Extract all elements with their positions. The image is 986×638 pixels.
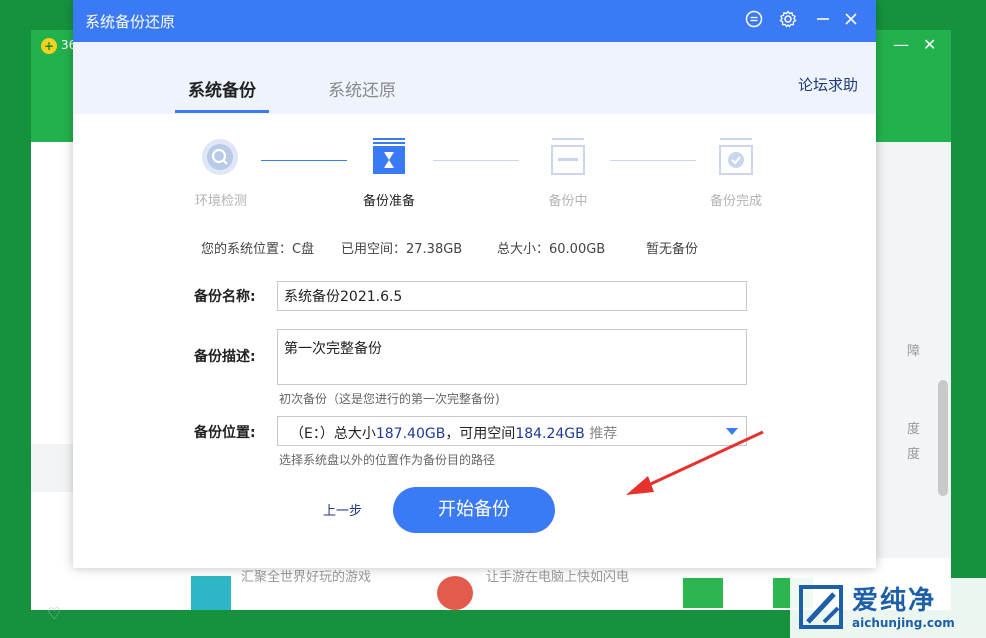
watermark-logo-icon	[799, 585, 843, 629]
hourglass-icon	[369, 137, 409, 177]
background-right-text: 度	[907, 422, 921, 437]
location-recommend-tag: 推荐	[584, 426, 618, 442]
total-size-info: 总大小：60.00GB	[497, 242, 606, 257]
location-drive-text: （E：）总大小	[290, 426, 376, 442]
app-logo-icon: +	[41, 38, 57, 54]
used-space-info: 已用空间：27.38GB	[341, 242, 463, 257]
step-connector	[261, 160, 347, 161]
dialog-titlebar[interactable]: 系统备份还原	[73, 0, 876, 42]
location-total-size: 187.40GB	[375, 426, 446, 442]
watermark-url: aichunjing.com	[852, 616, 955, 630]
step-label-complete: 备份完成	[709, 194, 762, 209]
search-icon	[200, 137, 240, 177]
background-scrollbar[interactable]	[938, 380, 948, 496]
game-center-icon[interactable]	[191, 576, 231, 610]
progress-icon	[548, 137, 588, 177]
minimize-icon[interactable]	[812, 9, 834, 31]
step-label-env-check: 环境检测	[194, 194, 247, 209]
mobile-game-icon[interactable]	[437, 576, 473, 610]
gear-icon[interactable]	[777, 9, 799, 31]
game-thumbnail-icon[interactable]	[683, 578, 723, 608]
location-available-prefix: ，可用空间	[445, 426, 516, 442]
close-icon[interactable]	[840, 9, 862, 31]
backup-location-hint: 选择系统盘以外的位置作为备份目的路径	[279, 453, 496, 467]
heart-icon[interactable]: ♡	[47, 604, 61, 623]
step-label-backing-up: 备份中	[548, 194, 588, 209]
backup-name-input[interactable]	[277, 281, 747, 311]
background-right-text: 度	[907, 447, 921, 462]
system-location-info: 您的系统位置：C盘	[201, 242, 315, 257]
active-tab-indicator	[175, 110, 269, 113]
backup-desc-hint: 初次备份（这是您进行的第一次完整备份)	[279, 392, 500, 406]
watermark-title: 爱纯净	[852, 586, 937, 616]
background-right-text: 障	[907, 344, 921, 359]
backup-location-label: 备份位置:	[194, 425, 256, 441]
backup-desc-label: 备份描述:	[194, 349, 256, 365]
step-connector	[433, 160, 519, 161]
backup-restore-dialog: 系统备份还原 系统备份 系统还原 论坛求助 环境检测 备份准备 备份中 备份完成…	[73, 0, 876, 568]
step-connector	[610, 160, 696, 161]
forum-help-link[interactable]: 论坛求助	[798, 74, 858, 95]
backup-desc-input[interactable]: 第一次完整备份	[277, 329, 747, 385]
backup-name-label: 备份名称:	[194, 289, 256, 305]
dialog-title: 系统备份还原	[85, 13, 176, 31]
background-minimize-button[interactable]: —	[893, 36, 909, 54]
tab-bar: 系统备份 系统还原 论坛求助	[73, 42, 876, 114]
check-icon	[716, 137, 756, 177]
step-label-prepare: 备份准备	[362, 194, 415, 209]
tab-system-backup[interactable]: 系统备份	[188, 76, 256, 101]
tab-system-restore[interactable]: 系统还原	[328, 76, 396, 101]
location-available-space: 184.24GB	[515, 426, 585, 442]
backup-location-value: （E：）总大小187.40GB，可用空间184.24GB 推荐	[290, 423, 617, 443]
start-backup-button[interactable]: 开始备份	[393, 487, 555, 533]
promo-text-mobile: 让手游在电脑上快如闪电	[486, 570, 630, 585]
background-close-button[interactable]: ✕	[923, 36, 936, 54]
no-backup-info: 暂无备份	[646, 242, 699, 257]
watermark: 爱纯净 aichunjing.com	[790, 578, 986, 638]
promo-text-games: 汇聚全世界好玩的游戏	[241, 570, 372, 585]
previous-step-button[interactable]: 上一步	[323, 500, 362, 519]
feedback-icon[interactable]	[743, 9, 765, 31]
annotation-arrow-icon	[626, 430, 764, 495]
